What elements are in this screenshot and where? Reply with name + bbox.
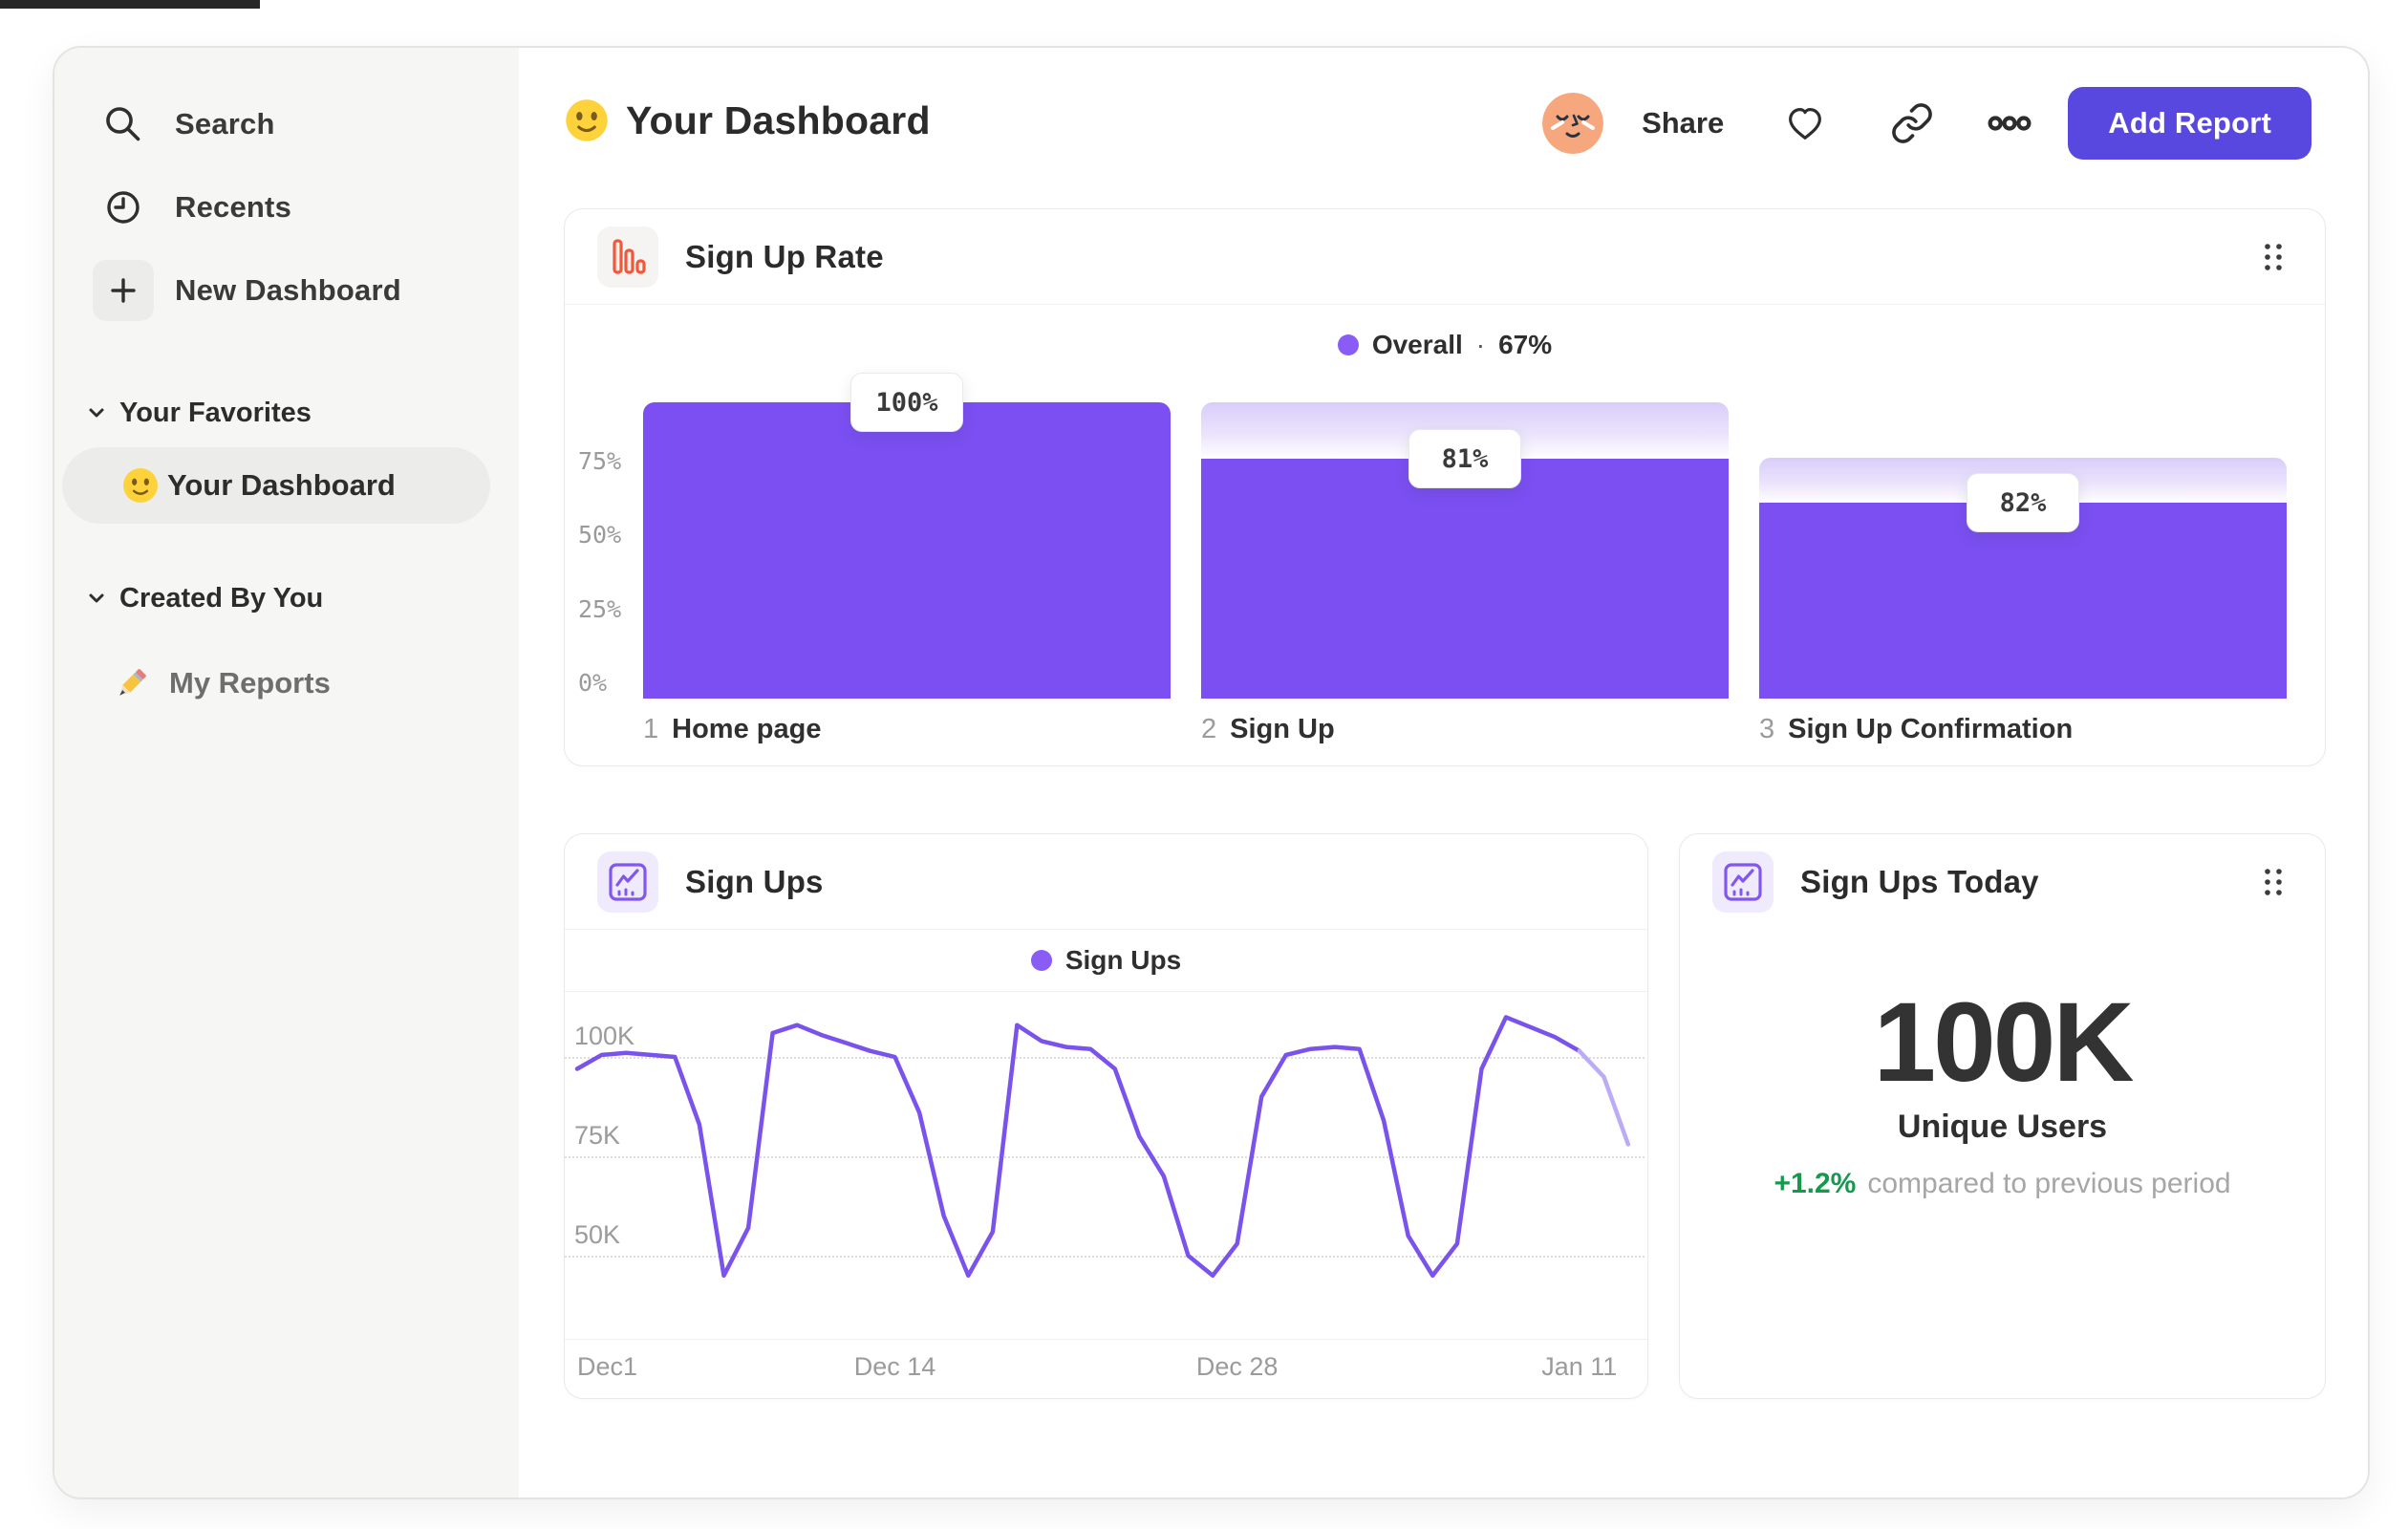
- legend-label: Sign Ups: [1064, 945, 1182, 975]
- avatar[interactable]: [1542, 93, 1604, 154]
- line-xaxis-labels: Dec1 Dec 14 Dec 28 Jan 11: [565, 1352, 1647, 1387]
- delta-note: compared to previous period: [1867, 1168, 2231, 1199]
- funnel-legend: Overall · 67%: [565, 320, 2325, 370]
- funnel-ytick: 50%: [578, 521, 622, 549]
- app-window: Search Recents New Dashboard Your Favori…: [53, 46, 2370, 1499]
- sidebar-item-label: New Dashboard: [175, 273, 401, 307]
- sidebar-item-search[interactable]: Search: [54, 94, 500, 155]
- drag-handle-icon[interactable]: [2254, 236, 2292, 278]
- funnel-step-label: 2 Sign Up: [1201, 714, 1335, 744]
- card-title: Sign Up Rate: [685, 238, 884, 274]
- funnel-bars: 100% 81% 82%: [643, 373, 2287, 699]
- funnel-bar[interactable]: 81%: [1201, 402, 1729, 699]
- line-xtick: Jan 11: [1541, 1352, 1618, 1381]
- card-title: Sign Ups: [685, 863, 824, 899]
- sidebar-item-label: Your Dashboard: [167, 468, 396, 502]
- section-label: Created By You: [119, 582, 324, 614]
- clock-icon: [93, 177, 154, 238]
- legend-dot: [1337, 334, 1359, 355]
- line-chart-icon: [597, 851, 658, 913]
- funnel-yaxis: 75% 50% 25% 0%: [578, 209, 645, 765]
- sidebar: Search Recents New Dashboard Your Favori…: [54, 48, 520, 1497]
- plus-icon: [93, 260, 154, 321]
- legend-label: Overall: [1371, 330, 1463, 359]
- funnel-step-labels: 1 Home page 2 Sign Up 3 Sign Up Confirmation: [643, 714, 2287, 745]
- card-header: Sign Up Rate: [565, 209, 2325, 305]
- card-header: Sign Ups Today: [1680, 834, 2325, 930]
- funnel-step-label: 1 Home page: [643, 714, 822, 744]
- sign-ups-today-card: Sign Ups Today 100K Unique Users +1.2% c…: [1679, 833, 2326, 1399]
- funnel-ytick: 0%: [578, 669, 608, 697]
- screen: Search Recents New Dashboard Your Favori…: [0, 0, 2408, 1529]
- page-title-text: Your Dashboard: [626, 97, 931, 142]
- heart-icon[interactable]: [1783, 101, 1827, 145]
- sidebar-item-my-reports[interactable]: My Reports: [62, 650, 492, 717]
- ellipsis-icon[interactable]: [1988, 101, 2032, 145]
- funnel-bar-fill: [1201, 459, 1729, 699]
- sidebar-item-your-dashboard[interactable]: Your Dashboard: [62, 447, 490, 524]
- sidebar-item-label: Search: [175, 107, 275, 140]
- page-title: Your Dashboard: [565, 84, 931, 157]
- card-title: Sign Ups Today: [1800, 864, 2039, 899]
- sidebar-item-new-dashboard[interactable]: New Dashboard: [54, 260, 500, 321]
- funnel-step-label: 3 Sign Up Confirmation: [1759, 714, 2074, 744]
- section-created-by-you: Created By You: [54, 577, 500, 619]
- line-xtick: Dec 28: [1195, 1352, 1279, 1381]
- add-report-button[interactable]: Add Report: [2068, 87, 2311, 160]
- line-xaxis-divider: [565, 1339, 1647, 1340]
- conversion-chip: 82%: [1967, 473, 2079, 532]
- stat-value: 100K: [1873, 980, 2134, 1106]
- funnel-bar[interactable]: 82%: [1759, 402, 2287, 699]
- sign-ups-card: Sign Ups Sign Ups 100K 75K 50K Dec1 Dec 14 D…: [564, 833, 1648, 1399]
- section-your-favorites: Your Favorites: [54, 392, 500, 434]
- drag-handle-icon[interactable]: [2254, 861, 2292, 903]
- header-actions: Share Add Report: [1542, 86, 2311, 161]
- search-icon: [93, 94, 154, 155]
- smiley-icon: [122, 467, 159, 504]
- line-legend: Sign Ups: [565, 930, 1647, 992]
- line-xtick: Dec1: [577, 1352, 638, 1381]
- funnel-ytick: 25%: [578, 594, 622, 623]
- legend-value: 67%: [1498, 330, 1553, 359]
- link-icon[interactable]: [1890, 101, 1934, 145]
- main-content: Your Dashboard Share Add Report Sign Up …: [519, 48, 2368, 1497]
- share-button[interactable]: Share: [1642, 106, 1724, 140]
- funnel-ytick: 75%: [578, 446, 622, 475]
- pencil-icon: [112, 665, 150, 703]
- legend-dot: [1030, 950, 1052, 971]
- legend-separator: ·: [1475, 330, 1486, 359]
- sign-up-rate-card: Sign Up Rate Overall · 67% 75% 50% 25% 0% 1…: [564, 208, 2326, 766]
- funnel-bar[interactable]: 100%: [643, 373, 1171, 699]
- conversion-chip: 100%: [850, 373, 963, 432]
- conversion-chip: 81%: [1408, 429, 1521, 488]
- sidebar-item-recents[interactable]: Recents: [54, 177, 500, 238]
- line-xtick: Dec 14: [853, 1352, 936, 1381]
- chevron-down-icon[interactable]: [83, 399, 110, 426]
- sidebar-item-label: Recents: [175, 190, 292, 224]
- funnel-bar-fill: [643, 402, 1171, 699]
- line-chart-icon: [1712, 851, 1774, 913]
- sidebar-item-label: My Reports: [169, 666, 331, 700]
- smiley-icon: [565, 98, 609, 142]
- section-label: Your Favorites: [119, 397, 312, 428]
- top-edge-artifact: [0, 0, 260, 9]
- delta-value: +1.2%: [1774, 1168, 1857, 1199]
- line-plot[interactable]: 100K 75K 50K: [565, 992, 1645, 1339]
- chevron-down-icon[interactable]: [83, 585, 110, 612]
- stat-delta: +1.2% compared to previous period: [1680, 1168, 2325, 1200]
- card-header: Sign Ups: [565, 834, 1647, 930]
- stat-subtitle: Unique Users: [1897, 1109, 2108, 1145]
